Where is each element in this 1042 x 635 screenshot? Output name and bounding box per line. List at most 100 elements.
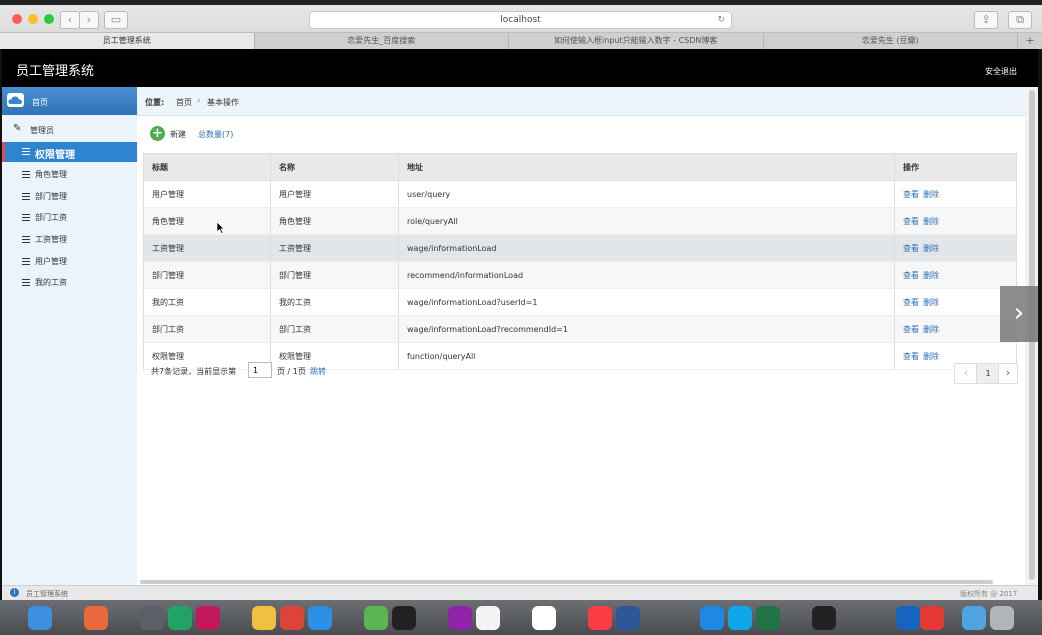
intellij-icon[interactable] bbox=[196, 606, 220, 630]
list-icon bbox=[22, 279, 30, 286]
sidebar-item-users[interactable]: 用户管理 bbox=[35, 256, 67, 267]
cell-title: 用户管理 bbox=[143, 180, 271, 208]
cloud-icon bbox=[7, 93, 24, 107]
view-link[interactable]: 查看 bbox=[903, 352, 919, 361]
photos-icon[interactable] bbox=[84, 606, 108, 630]
tab-baidu-search[interactable]: 恋爱先生_百度搜索 bbox=[255, 33, 509, 49]
safari-icon[interactable] bbox=[308, 606, 332, 630]
delete-link[interactable]: 删除 bbox=[923, 190, 939, 199]
minimize-window-button[interactable] bbox=[28, 14, 38, 24]
delete-link[interactable]: 删除 bbox=[923, 271, 939, 280]
cell-url: user/query bbox=[398, 180, 895, 208]
tabs-overview-button[interactable]: ⧉ bbox=[1008, 11, 1032, 29]
music-icon[interactable] bbox=[588, 606, 612, 630]
edit-icon: ✎ bbox=[13, 123, 22, 134]
delete-link[interactable]: 删除 bbox=[923, 298, 939, 307]
folder-icon[interactable] bbox=[962, 606, 986, 630]
table-header-row: 标题 名称 地址 操作 bbox=[143, 153, 1017, 181]
logout-link[interactable]: 安全退出 bbox=[985, 66, 1017, 77]
tab-employee-system[interactable]: 员工管理系统 bbox=[0, 33, 255, 49]
teamviewer-icon[interactable] bbox=[728, 606, 752, 630]
horizontal-scrollbar[interactable] bbox=[140, 580, 993, 584]
list-icon bbox=[22, 171, 30, 178]
reload-icon[interactable]: ↻ bbox=[717, 12, 725, 28]
chrome-icon[interactable] bbox=[280, 606, 304, 630]
cell-url: function/queryAll bbox=[398, 342, 895, 370]
rp-icon[interactable] bbox=[448, 606, 472, 630]
table-row: 工资管理 工资管理 wage/informationLoad 查看 删除 bbox=[143, 234, 1017, 262]
view-link[interactable]: 查看 bbox=[903, 271, 919, 280]
cell-actions: 查看 删除 bbox=[894, 234, 1017, 262]
view-link[interactable]: 查看 bbox=[903, 217, 919, 226]
sidebar-item-my-wage[interactable]: 我的工资 bbox=[35, 277, 67, 288]
zoom-window-button[interactable] bbox=[44, 14, 54, 24]
calendar-icon[interactable] bbox=[532, 606, 556, 630]
excel-icon[interactable] bbox=[756, 606, 780, 630]
tab-csdn-blog[interactable]: 如何使输入框input只能输入数字 - CSDN博客 bbox=[509, 33, 764, 49]
view-link[interactable]: 查看 bbox=[903, 190, 919, 199]
sidebar-admin-label[interactable]: 管理员 bbox=[30, 125, 54, 136]
browser-icon[interactable] bbox=[896, 606, 920, 630]
cell-url: wage/informationLoad bbox=[398, 234, 895, 262]
sidebar-item-dept-wages[interactable]: 部门工资 bbox=[35, 212, 67, 223]
add-icon[interactable]: + bbox=[150, 126, 165, 141]
permissions-table: 标题 名称 地址 操作 用户管理 用户管理 user/query 查看 删除 角色… bbox=[143, 153, 1017, 370]
delete-link[interactable]: 删除 bbox=[923, 352, 939, 361]
page-number-input[interactable] bbox=[248, 362, 272, 378]
cell-name: 部门工资 bbox=[270, 315, 399, 343]
view-link[interactable]: 查看 bbox=[903, 244, 919, 253]
cell-url: role/queryAll bbox=[398, 207, 895, 235]
breadcrumb-prefix: 位置: bbox=[145, 98, 165, 107]
address-text: localhost bbox=[500, 15, 541, 25]
tab-douban[interactable]: 恋爱先生 (豆瓣) bbox=[764, 33, 1018, 49]
delete-link[interactable]: 删除 bbox=[923, 325, 939, 334]
sidebar-item-wages[interactable]: 工资管理 bbox=[35, 234, 67, 245]
share-button[interactable]: ⇪ bbox=[974, 11, 998, 29]
table-row: 部门管理 部门管理 recommend/informationLoad 查看 删除 bbox=[143, 261, 1017, 289]
baidu-netdisk-icon[interactable] bbox=[700, 606, 724, 630]
view-link[interactable]: 查看 bbox=[903, 325, 919, 334]
cell-actions: 查看 删除 bbox=[894, 288, 1017, 316]
breadcrumb-home-link[interactable]: 首页 bbox=[176, 97, 192, 108]
cell-title: 工资管理 bbox=[143, 234, 271, 262]
sidebar-permissions-label: 权限管理 bbox=[35, 150, 75, 161]
view-link[interactable]: 查看 bbox=[903, 298, 919, 307]
document-icon[interactable] bbox=[476, 606, 500, 630]
cell-title: 角色管理 bbox=[143, 207, 271, 235]
finder-icon[interactable] bbox=[28, 606, 52, 630]
launchpad-icon[interactable] bbox=[140, 606, 164, 630]
new-button[interactable]: 新建 bbox=[170, 129, 186, 140]
pycharm-icon[interactable] bbox=[168, 606, 192, 630]
current-page-button[interactable]: 1 bbox=[976, 363, 1000, 384]
forward-button[interactable]: › bbox=[79, 11, 99, 29]
jump-link[interactable]: 跳转 bbox=[310, 366, 326, 377]
back-button[interactable]: ‹ bbox=[60, 11, 80, 29]
sidebar-toggle-button[interactable]: ▭ bbox=[104, 11, 128, 29]
table-row: 我的工资 我的工资 wage/informationLoad?userId=1 … bbox=[143, 288, 1017, 316]
sidebar-item-roles[interactable]: 角色管理 bbox=[35, 169, 67, 180]
qq-icon[interactable] bbox=[392, 606, 416, 630]
trash-icon[interactable] bbox=[990, 606, 1014, 630]
sidebar-item-departments[interactable]: 部门管理 bbox=[35, 191, 67, 202]
column-header-name: 名称 bbox=[270, 153, 399, 181]
cell-url: wage/informationLoad?recommendId=1 bbox=[398, 315, 895, 343]
table-row: 部门工资 部门工资 wage/informationLoad?recommend… bbox=[143, 315, 1017, 343]
netease-music-icon[interactable] bbox=[920, 606, 944, 630]
address-bar[interactable]: localhost ↻ bbox=[309, 11, 732, 29]
chevron-right-icon[interactable]: › bbox=[1000, 286, 1038, 342]
new-tab-button[interactable]: + bbox=[1018, 33, 1042, 49]
delete-link[interactable]: 删除 bbox=[923, 244, 939, 253]
delete-link[interactable]: 删除 bbox=[923, 217, 939, 226]
active-indicator bbox=[2, 142, 5, 162]
pager-total-pages: 页 / 1页 bbox=[277, 367, 306, 376]
close-window-button[interactable] bbox=[12, 14, 22, 24]
qq-icon[interactable] bbox=[812, 606, 836, 630]
cell-actions: 查看 删除 bbox=[894, 315, 1017, 343]
word-icon[interactable] bbox=[616, 606, 640, 630]
wechat-icon[interactable] bbox=[364, 606, 388, 630]
status-left-text: 员工管理系统 bbox=[26, 590, 68, 598]
column-header-title: 标题 bbox=[143, 153, 271, 181]
prev-page-button[interactable]: ‹ bbox=[954, 363, 978, 384]
notes-icon[interactable] bbox=[252, 606, 276, 630]
next-page-button[interactable]: › bbox=[998, 363, 1018, 384]
